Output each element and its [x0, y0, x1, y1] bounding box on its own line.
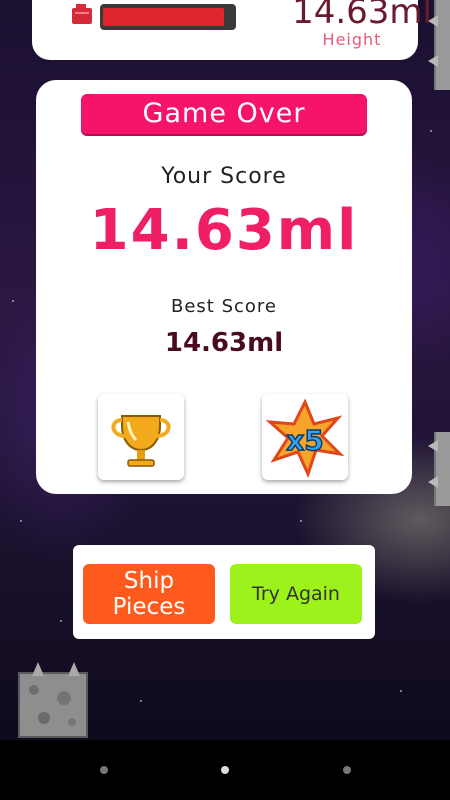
best-score-label: Best Score — [171, 296, 277, 317]
your-score-value: 14.63ml — [89, 198, 359, 263]
spike-icon — [428, 55, 438, 67]
game-over-banner: Game Over — [81, 94, 367, 134]
multiplier-button[interactable]: x5 — [262, 394, 348, 480]
game-over-panel: Game Over Your Score 14.63ml Best Score … — [36, 80, 412, 494]
best-score-value: 14.63ml — [164, 328, 284, 358]
rock-texture-icon — [20, 674, 86, 736]
fuel-can-icon — [72, 4, 92, 24]
action-panel: Ship Pieces Try Again — [73, 545, 375, 639]
multiplier-badge: x5 — [286, 424, 324, 457]
spike-icon — [428, 440, 438, 452]
fuel-bar-fill — [103, 8, 224, 26]
system-navigation-bar — [0, 740, 450, 800]
back-nav-icon[interactable] — [100, 766, 108, 774]
height-value: 14.63ml — [292, 0, 432, 32]
home-nav-icon[interactable] — [221, 766, 229, 774]
x5-multiplier-icon: x5 — [265, 398, 345, 479]
spiked-block — [18, 672, 88, 738]
try-again-button[interactable]: Try Again — [230, 564, 362, 624]
ship-pieces-label-line1: Ship — [123, 568, 175, 594]
spike-icon — [32, 662, 80, 676]
your-score-label: Your Score — [161, 164, 287, 189]
height-label: Height — [322, 30, 382, 49]
trophy-icon — [111, 415, 171, 467]
recents-nav-icon[interactable] — [343, 766, 351, 774]
trophy-button[interactable] — [98, 394, 184, 480]
spike-icon — [428, 476, 438, 488]
hud-panel: 14.63ml Height — [32, 0, 432, 60]
ship-pieces-button[interactable]: Ship Pieces — [83, 564, 215, 624]
spike-wall-top — [434, 0, 450, 90]
ship-pieces-label-line2: Pieces — [112, 594, 186, 620]
fuel-bar — [100, 4, 236, 30]
